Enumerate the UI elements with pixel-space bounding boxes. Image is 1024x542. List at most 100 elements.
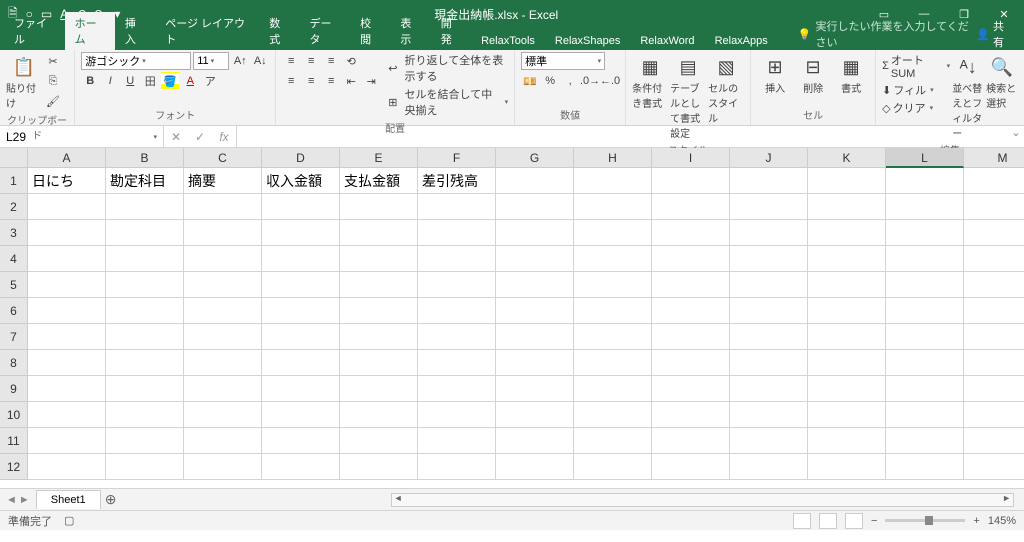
tab-relaxshapes[interactable]: RelaxShapes [545, 32, 630, 50]
cell-I7[interactable] [652, 324, 730, 350]
sheet-nav-prev-icon[interactable]: ◄ [6, 494, 17, 506]
cell-A10[interactable] [28, 402, 106, 428]
cell-C12[interactable] [184, 454, 262, 480]
cell-E7[interactable] [340, 324, 418, 350]
cell-G3[interactable] [496, 220, 574, 246]
cell-M1[interactable] [964, 168, 1024, 194]
cancel-formula-icon[interactable]: ✕ [164, 130, 188, 144]
tab-relaxapps[interactable]: RelaxApps [705, 32, 778, 50]
cell-G12[interactable] [496, 454, 574, 480]
align-right-button[interactable]: ≡ [322, 72, 340, 90]
cell-F6[interactable] [418, 298, 496, 324]
tab-review[interactable]: 校閲 [350, 12, 390, 50]
cell-B2[interactable] [106, 194, 184, 220]
cell-J8[interactable] [730, 350, 808, 376]
copy-button[interactable]: ⎘ [44, 72, 62, 90]
cell-L10[interactable] [886, 402, 964, 428]
sheet-nav-next-icon[interactable]: ► [19, 494, 30, 506]
tab-view[interactable]: 表示 [390, 12, 430, 50]
column-header-K[interactable]: K [808, 148, 886, 168]
cell-B1[interactable]: 勘定科目 [106, 168, 184, 194]
phonetic-button[interactable]: ア [201, 72, 219, 90]
horizontal-scrollbar[interactable] [391, 493, 1014, 507]
cell-E4[interactable] [340, 246, 418, 272]
add-sheet-button[interactable]: ⊕ [101, 491, 121, 508]
clear-button[interactable]: ◇ クリア▾ [882, 100, 950, 116]
tab-pagelayout[interactable]: ページ レイアウト [155, 12, 259, 50]
cell-D6[interactable] [262, 298, 340, 324]
zoom-level[interactable]: 145% [988, 515, 1016, 527]
cell-M9[interactable] [964, 376, 1024, 402]
cell-A8[interactable] [28, 350, 106, 376]
cell-K6[interactable] [808, 298, 886, 324]
increase-font-button[interactable]: A↑ [231, 52, 249, 70]
column-header-H[interactable]: H [574, 148, 652, 168]
cell-B3[interactable] [106, 220, 184, 246]
cell-F12[interactable] [418, 454, 496, 480]
cell-F10[interactable] [418, 402, 496, 428]
cell-A7[interactable] [28, 324, 106, 350]
row-header-2[interactable]: 2 [0, 194, 28, 220]
cell-G1[interactable] [496, 168, 574, 194]
cell-E12[interactable] [340, 454, 418, 480]
cell-I1[interactable] [652, 168, 730, 194]
cell-F8[interactable] [418, 350, 496, 376]
share-button[interactable]: 👤共有 [976, 18, 1012, 50]
page-break-view-button[interactable] [845, 513, 863, 529]
row-header-12[interactable]: 12 [0, 454, 28, 480]
cell-G4[interactable] [496, 246, 574, 272]
cell-F2[interactable] [418, 194, 496, 220]
cell-F11[interactable] [418, 428, 496, 454]
cell-M11[interactable] [964, 428, 1024, 454]
cell-J9[interactable] [730, 376, 808, 402]
cell-K4[interactable] [808, 246, 886, 272]
sheet-tab[interactable]: Sheet1 [36, 490, 101, 509]
cell-C10[interactable] [184, 402, 262, 428]
cell-H6[interactable] [574, 298, 652, 324]
cell-J4[interactable] [730, 246, 808, 272]
tab-relaxword[interactable]: RelaxWord [630, 32, 704, 50]
font-color-button[interactable]: A [181, 72, 199, 90]
cell-H11[interactable] [574, 428, 652, 454]
row-header-10[interactable]: 10 [0, 402, 28, 428]
cell-C6[interactable] [184, 298, 262, 324]
cell-D5[interactable] [262, 272, 340, 298]
cell-C2[interactable] [184, 194, 262, 220]
cell-H2[interactable] [574, 194, 652, 220]
tab-data[interactable]: データ [300, 12, 351, 50]
cell-L11[interactable] [886, 428, 964, 454]
cell-I4[interactable] [652, 246, 730, 272]
cell-L8[interactable] [886, 350, 964, 376]
font-size-select[interactable]: 11▾ [193, 52, 229, 70]
column-header-E[interactable]: E [340, 148, 418, 168]
cell-G5[interactable] [496, 272, 574, 298]
cell-A9[interactable] [28, 376, 106, 402]
column-header-G[interactable]: G [496, 148, 574, 168]
tab-insert[interactable]: 挿入 [115, 12, 155, 50]
row-header-9[interactable]: 9 [0, 376, 28, 402]
cell-K12[interactable] [808, 454, 886, 480]
cell-L7[interactable] [886, 324, 964, 350]
column-header-B[interactable]: B [106, 148, 184, 168]
number-format-select[interactable]: 標準▾ [521, 52, 605, 70]
bold-button[interactable]: B [81, 72, 99, 90]
cell-A4[interactable] [28, 246, 106, 272]
italic-button[interactable]: I [101, 72, 119, 90]
column-header-D[interactable]: D [262, 148, 340, 168]
insert-cells-button[interactable]: ⊞挿入 [757, 52, 793, 95]
cell-G10[interactable] [496, 402, 574, 428]
cell-C8[interactable] [184, 350, 262, 376]
formula-input[interactable] [237, 126, 1008, 147]
cell-E9[interactable] [340, 376, 418, 402]
cell-K11[interactable] [808, 428, 886, 454]
cell-M10[interactable] [964, 402, 1024, 428]
cell-I12[interactable] [652, 454, 730, 480]
align-middle-button[interactable]: ≡ [302, 52, 320, 70]
align-center-button[interactable]: ≡ [302, 72, 320, 90]
tab-home[interactable]: ホーム [65, 12, 115, 50]
font-name-select[interactable]: 游ゴシック▾ [81, 52, 191, 70]
cell-D7[interactable] [262, 324, 340, 350]
cell-H7[interactable] [574, 324, 652, 350]
cell-A6[interactable] [28, 298, 106, 324]
fx-icon[interactable]: fx [212, 130, 236, 144]
